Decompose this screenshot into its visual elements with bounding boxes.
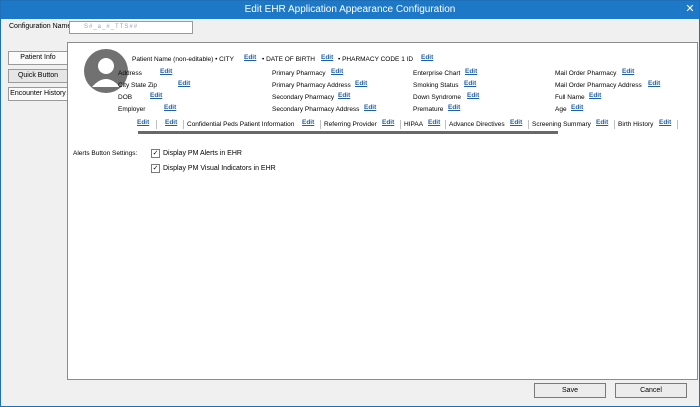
field-employer: Employer <box>118 106 146 113</box>
edit-city-link[interactable]: Edit <box>244 54 256 61</box>
display-pm-alerts-checkbox[interactable]: ✓ <box>151 149 160 158</box>
edit-smoking-status-link[interactable]: Edit <box>464 80 476 87</box>
edit-primary-pharmacy-link[interactable]: Edit <box>331 68 343 75</box>
cancel-button[interactable]: Cancel <box>615 383 687 398</box>
dob-header: • DATE OF BIRTH <box>262 56 315 63</box>
edit-hipaa-link[interactable]: Edit <box>428 119 440 126</box>
field-down-syndrome: Down Syndrome <box>413 94 462 101</box>
config-name-input[interactable]: S#_a_#_TTS## <box>69 21 193 34</box>
field-city-state-zip: City State Zip <box>118 82 158 89</box>
tab-advance-directives: Advance Directives <box>449 121 505 128</box>
edit-premature-link[interactable]: Edit <box>448 104 460 111</box>
field-premature: Premature <box>413 106 444 113</box>
edit-tab-link-2[interactable]: Edit <box>165 119 177 126</box>
edit-mail-order-pharmacy-link[interactable]: Edit <box>622 68 634 75</box>
tab-referring-provider: Referring Provider <box>324 121 377 128</box>
window-title: Edit EHR Application Appearance Configur… <box>244 4 456 15</box>
edit-referring-provider-link[interactable]: Edit <box>382 119 394 126</box>
tab-screening-summary: Screening Summary <box>532 121 591 128</box>
field-enterprise-chart: Enterprise Chart <box>413 70 461 77</box>
tab-separator <box>614 120 615 129</box>
content-panel: Patient Name (non-editable) • CITY Edit … <box>67 42 698 380</box>
tab-separator <box>528 120 529 129</box>
edit-config-window: Edit EHR Application Appearance Configur… <box>0 0 700 407</box>
field-primary-pharmacy-address: Primary Pharmacy Address <box>272 82 351 89</box>
field-dob: DOB <box>118 94 133 101</box>
edit-birth-history-link[interactable]: Edit <box>659 119 671 126</box>
close-button[interactable]: ✕ <box>683 1 697 17</box>
horizontal-scrollbar[interactable] <box>138 131 558 134</box>
tab-separator <box>183 120 184 129</box>
edit-primary-pharmacy-address-link[interactable]: Edit <box>355 80 367 87</box>
config-name-value: S#_a_#_TTS## <box>84 24 139 30</box>
edit-down-syndrome-link[interactable]: Edit <box>467 92 479 99</box>
display-pm-visual-indicators-label: Display PM Visual Indicators in EHR <box>163 165 276 172</box>
edit-city-state-zip-link[interactable]: Edit <box>178 80 190 87</box>
sidebar-item-quick-button[interactable]: Quick Button <box>8 69 68 83</box>
tab-separator <box>320 120 321 129</box>
alerts-button-settings-label: Alerts Button Settings: <box>73 150 138 157</box>
title-bar: Edit EHR Application Appearance Configur… <box>1 1 699 19</box>
field-mail-order-pharmacy: Mail Order Pharmacy <box>555 70 617 77</box>
field-mail-order-pharmacy-address: Mail Order Pharmacy Address <box>555 82 642 89</box>
edit-advance-directives-link[interactable]: Edit <box>510 119 522 126</box>
field-smoking-status: Smoking Status <box>413 82 459 89</box>
field-address: Address <box>118 70 142 77</box>
edit-full-name-link[interactable]: Edit <box>589 92 601 99</box>
edit-tab-link-1[interactable]: Edit <box>137 119 149 126</box>
edit-age-link[interactable]: Edit <box>571 104 583 111</box>
field-secondary-pharmacy-address: Secondary Pharmacy Address <box>272 106 360 113</box>
edit-address-link[interactable]: Edit <box>160 68 172 75</box>
field-full-name: Full Name <box>555 94 585 101</box>
edit-employer-link[interactable]: Edit <box>164 104 176 111</box>
edit-secondary-pharmacy-address-link[interactable]: Edit <box>364 104 376 111</box>
tab-separator <box>445 120 446 129</box>
edit-dob-link[interactable]: Edit <box>150 92 162 99</box>
patient-name-header: Patient Name (non-editable) • CITY <box>132 56 234 63</box>
edit-pharmacy-code-link[interactable]: Edit <box>421 54 433 61</box>
display-pm-alerts-label: Display PM Alerts in EHR <box>163 150 242 157</box>
display-pm-visual-indicators-checkbox[interactable]: ✓ <box>151 164 160 173</box>
sidebar-item-encounter-history[interactable]: Encounter History <box>8 87 68 101</box>
edit-dob-header-link[interactable]: Edit <box>321 54 333 61</box>
config-name-label: Configuration Name: <box>9 23 74 30</box>
sidebar-item-patient-info[interactable]: Patient Info <box>8 51 68 65</box>
edit-mail-order-pharmacy-address-link[interactable]: Edit <box>648 80 660 87</box>
edit-confidential-peds-link[interactable]: Edit <box>302 119 314 126</box>
edit-enterprise-chart-link[interactable]: Edit <box>465 68 477 75</box>
tab-birth-history: Birth History <box>618 121 654 128</box>
field-primary-pharmacy: Primary Pharmacy <box>272 70 326 77</box>
edit-secondary-pharmacy-link[interactable]: Edit <box>338 92 350 99</box>
pharmacy-code-header: • PHARMACY CODE 1 ID <box>338 56 414 63</box>
tab-separator <box>156 120 157 129</box>
tab-hipaa: HIPAA <box>404 121 424 128</box>
save-button[interactable]: Save <box>534 383 606 398</box>
tab-separator <box>677 120 678 129</box>
field-age: Age <box>555 106 567 113</box>
tab-separator <box>400 120 401 129</box>
field-secondary-pharmacy: Secondary Pharmacy <box>272 94 335 101</box>
tab-confidential-peds: Confidential Peds Patient Information <box>187 121 295 128</box>
edit-screening-summary-link[interactable]: Edit <box>596 119 608 126</box>
